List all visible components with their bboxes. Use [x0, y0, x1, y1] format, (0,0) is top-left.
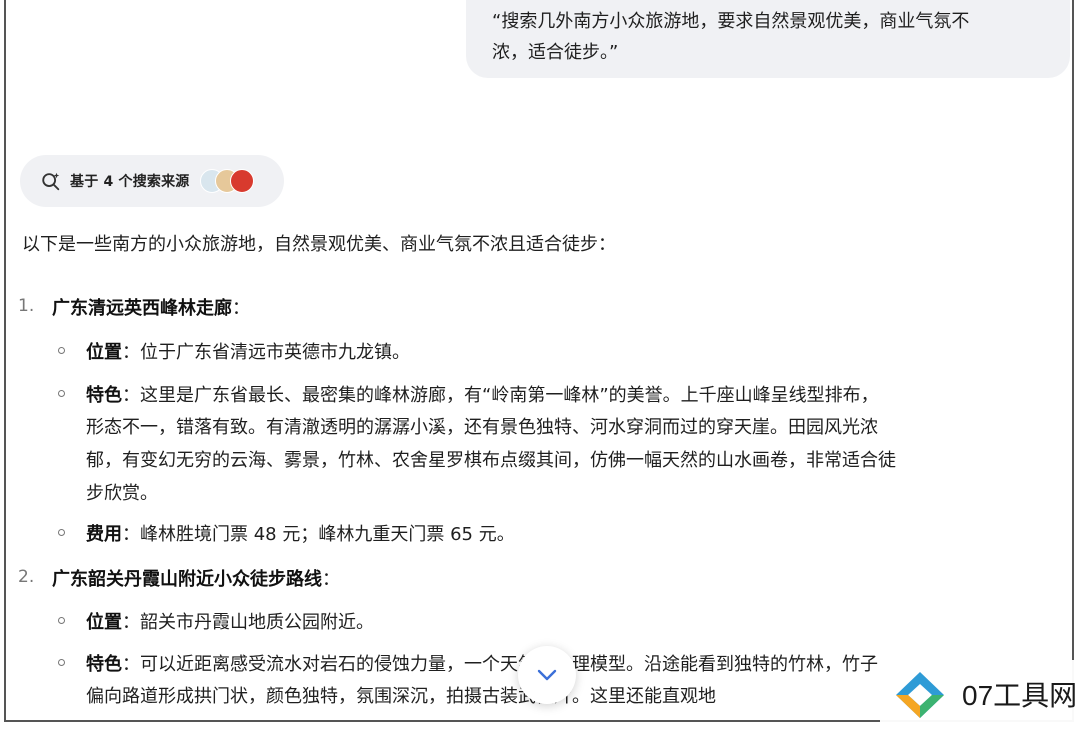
- feature-text: ：可以近距离感受流水对岩石的侵蚀力量，一个天然的地理模型。沿途能看到独特的竹林，…: [122, 654, 878, 675]
- watermark-text: 07工具网: [962, 680, 1078, 711]
- search-spark-icon: [42, 172, 60, 191]
- bullet: [58, 347, 65, 354]
- bullet: [58, 617, 65, 624]
- sources-label: 基于 4 个搜索来源: [70, 174, 190, 190]
- list-number: 2.: [18, 567, 35, 587]
- chat-frame: “搜索几外南方小众旅游地，要求自然景观优美，商业气氛不 浓，适合徒步。” 基于 …: [4, 0, 1074, 722]
- cost-line: 费用：峰林胜境门票 48 元；峰林九重天门票 65 元。: [86, 520, 515, 546]
- source-favicons: [199, 169, 254, 193]
- bullet: [58, 529, 65, 536]
- list-number: 1.: [18, 296, 35, 316]
- feature-line: 特色：这里是广东省最长、最密集的峰林游廊，有“岭南第一峰林”的美誉。上千座山峰呈…: [86, 381, 879, 407]
- bullet: [58, 390, 65, 397]
- feature-line: 特色：可以近距离感受流水对岩石的侵蚀力量，一个天然的地理模型。沿途能看到独特的竹…: [86, 650, 878, 676]
- feature-line: 形态不一，错落有致。有清澈透明的潺潺小溪，还有景色独特、河水穿洞而过的穿天崖。田…: [86, 417, 878, 438]
- cost-label: 费用: [86, 524, 122, 545]
- feature-line: 偏向路道形成拱门状，颜色独特，氛围深沉，拍摄古装武侠片。这里还能直观地: [86, 686, 716, 707]
- feature-label: 特色: [86, 654, 122, 675]
- location-line: 位置：位于广东省清远市英德市九龙镇。: [86, 338, 410, 364]
- location-label: 位置: [86, 612, 122, 633]
- feature-line: 郁，有变幻无穷的云海、雾景，竹林、农舍星罗棋布点缀其间，仿佛一幅天然的山水画卷，…: [86, 450, 896, 471]
- feature-line: 步欣赏。: [86, 483, 158, 504]
- title-colon: ：: [232, 298, 250, 319]
- location-line: 位置：韶关市丹霞山地质公园附近。: [86, 608, 374, 634]
- diamond-logo-icon: [896, 672, 944, 718]
- feature-text: ：这里是广东省最长、最密集的峰林游廊，有“岭南第一峰林”的美誉。上千座山峰呈线型…: [122, 385, 879, 406]
- chevron-down-icon: [537, 669, 557, 681]
- location-label: 位置: [86, 342, 122, 363]
- list-item-title: 广东韶关丹霞山附近小众徒步路线: [52, 569, 322, 590]
- cost-text: ：峰林胜境门票 48 元；峰林九重天门票 65 元。: [122, 524, 515, 545]
- answer-intro: 以下是一些南方的小众旅游地，自然景观优美、商业气氛不浓且适合徒步：: [22, 234, 616, 255]
- bullet: [58, 659, 65, 666]
- location-text: ：位于广东省清远市英德市九龙镇。: [122, 342, 410, 363]
- feature-label: 特色: [86, 385, 122, 406]
- list-item-title: 广东清远英西峰林走廊: [52, 298, 232, 319]
- user-message-line-2: 浓，适合徒步。”: [492, 42, 619, 63]
- title-colon: ：: [322, 569, 340, 590]
- scroll-down-button[interactable]: [518, 646, 576, 704]
- source-favicon: [229, 169, 254, 193]
- location-text: ：韶关市丹霞山地质公园附近。: [122, 612, 374, 633]
- watermark: 07工具网: [880, 660, 1080, 730]
- user-message-line-1: “搜索几外南方小众旅游地，要求自然景观优美，商业气氛不: [492, 11, 970, 32]
- user-message-bubble: “搜索几外南方小众旅游地，要求自然景观优美，商业气氛不 浓，适合徒步。”: [466, 0, 1070, 78]
- sources-chip[interactable]: 基于 4 个搜索来源: [20, 155, 284, 207]
